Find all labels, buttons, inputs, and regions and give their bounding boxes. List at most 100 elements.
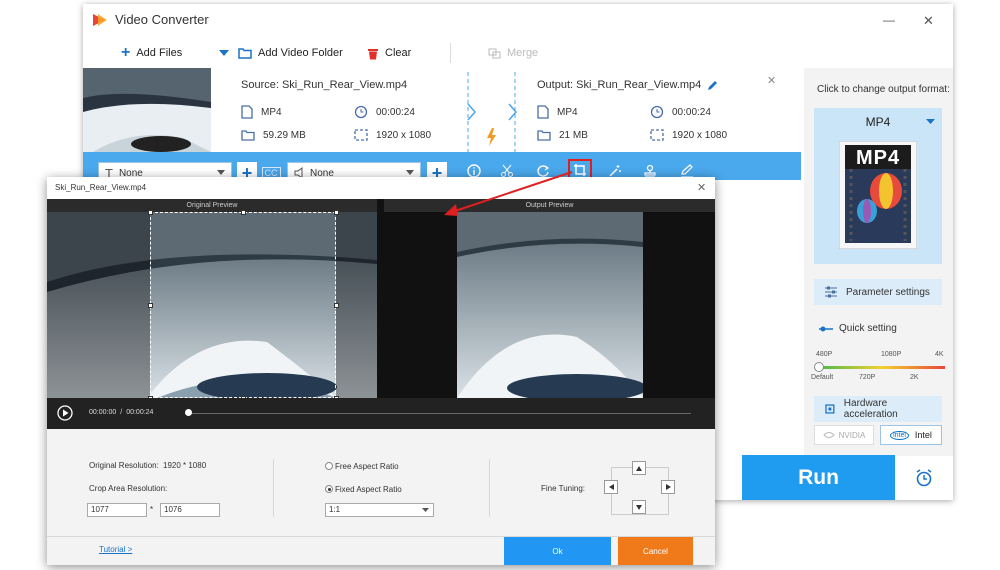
play-icon[interactable]: [57, 405, 73, 421]
mp4-thumb-label: MP4: [855, 147, 901, 169]
output-format: MP4: [537, 105, 578, 119]
clear-button[interactable]: Clear: [367, 40, 411, 66]
crop-size-separator: *: [150, 505, 154, 514]
minimize-button[interactable]: —: [883, 13, 895, 27]
output-duration: 00:00:24: [650, 105, 711, 119]
quality-tick-480p: 480P: [816, 351, 833, 358]
radio-dot: [327, 487, 331, 491]
add-video-folder-label: Add Video Folder: [258, 47, 343, 59]
divider: [273, 459, 274, 517]
fine-tune-left-button[interactable]: [604, 480, 618, 494]
chevron-down-icon: [406, 170, 414, 175]
cancel-button[interactable]: Cancel: [618, 537, 693, 565]
source-duration-value: 00:00:24: [376, 106, 415, 118]
merge-label: Merge: [507, 47, 539, 59]
close-button[interactable]: ✕: [923, 13, 934, 29]
fixed-aspect-radio[interactable]: [325, 485, 333, 493]
chevron-down-icon: [926, 119, 935, 124]
seek-thumb[interactable]: [185, 409, 192, 416]
add-files-button[interactable]: + Add Files: [121, 40, 182, 66]
clear-label: Clear: [385, 47, 412, 59]
quality-slider[interactable]: 480P 1080P 4K Default 720P 2K: [805, 345, 953, 385]
source-format-value: MP4: [261, 106, 282, 118]
add-files-label: Add Files: [136, 47, 183, 59]
folder-icon: [537, 130, 551, 141]
output-preview-frame: [457, 212, 643, 398]
quality-tick-4k: 4K: [935, 351, 944, 358]
video-file-icon: [537, 105, 549, 119]
chip-icon: [825, 404, 835, 414]
crop-height-input[interactable]: 1076: [160, 503, 220, 517]
crop-handle-left[interactable]: [148, 303, 153, 308]
time-separator: /: [120, 409, 123, 416]
nvidia-logo-icon: [822, 432, 835, 438]
source-resolution: 1920 x 1080: [354, 129, 431, 141]
output-format-selector[interactable]: MP4 MP4: [814, 108, 942, 264]
output-resolution-value: 1920 x 1080: [672, 129, 728, 141]
folder-icon: [241, 130, 255, 141]
resolution-icon: [650, 129, 664, 141]
seek-track[interactable]: [189, 413, 691, 414]
ok-button[interactable]: Ok: [504, 537, 611, 565]
add-files-dropdown[interactable]: [219, 40, 229, 66]
folder-icon: [238, 48, 252, 59]
fine-tune-down-button[interactable]: [632, 500, 646, 514]
plus-icon: +: [121, 44, 131, 61]
fixed-aspect-label: Fixed Aspect Ratio: [335, 485, 402, 494]
video-file-icon: [241, 105, 253, 119]
crop-width-input[interactable]: 1077: [87, 503, 147, 517]
tutorial-link[interactable]: Tutorial >: [99, 545, 132, 554]
source-size: 59.29 MB: [241, 129, 306, 141]
output-filename-label: Output: Ski_Run_Rear_View.mp4: [537, 79, 702, 91]
crop-handle-top-right[interactable]: [334, 210, 339, 215]
time-total: 00:00:24: [126, 409, 154, 416]
free-aspect-radio[interactable]: [325, 462, 333, 470]
nvidia-option[interactable]: NVIDIA: [814, 425, 874, 445]
video-thumbnail[interactable]: [83, 68, 211, 152]
crop-handle-top[interactable]: [241, 210, 246, 215]
crop-selection-box[interactable]: [150, 212, 336, 398]
hardware-acceleration-button[interactable]: Hardware acceleration: [814, 396, 942, 422]
run-button[interactable]: Run: [742, 455, 895, 500]
sliders-icon: [825, 286, 837, 298]
crop-handle-top-left[interactable]: [148, 210, 153, 215]
chevron-down-icon: [422, 508, 429, 512]
nvidia-label: NVIDIA: [838, 430, 866, 440]
intel-logo-icon: intel: [890, 430, 909, 440]
arrow-down-icon: [636, 504, 642, 510]
divider: [489, 459, 490, 517]
parameter-settings-button[interactable]: Parameter settings: [814, 279, 942, 305]
source-filename: Source: Ski_Run_Rear_View.mp4: [241, 79, 408, 91]
pencil-icon[interactable]: [707, 80, 718, 91]
intel-label: Intel: [914, 430, 932, 440]
crop-dialog-titlebar: [47, 177, 715, 199]
mp4-format-thumbnail: MP4: [839, 141, 917, 249]
output-format-value: MP4: [557, 106, 578, 118]
arrow-up-icon: [636, 465, 642, 471]
merge-button[interactable]: Merge: [488, 40, 538, 66]
dropdown-arrow-icon: [219, 50, 229, 56]
quality-thumb[interactable]: [814, 362, 824, 372]
fine-tuning-label: Fine Tuning:: [541, 484, 586, 493]
time-display: 00:00:00 / 00:00:24: [89, 409, 153, 416]
app-logo-icon: [91, 11, 109, 29]
footer-divider: [47, 536, 715, 537]
time-current: 00:00:00: [89, 409, 117, 416]
alarm-clock-icon[interactable]: [895, 455, 953, 500]
merge-icon: [488, 48, 501, 58]
crop-dialog-title: Ski_Run_Rear_View.mp4: [55, 183, 147, 192]
aspect-ratio-select[interactable]: 1:1: [325, 503, 434, 517]
original-preview-label: Original Preview: [47, 199, 377, 212]
remove-file-button[interactable]: ✕: [767, 74, 776, 87]
quality-track: [819, 366, 945, 369]
add-video-folder-button[interactable]: Add Video Folder: [238, 40, 343, 66]
fine-tune-up-button[interactable]: [632, 461, 646, 475]
arrow-right-icon: [665, 484, 671, 490]
source-format: MP4: [241, 105, 282, 119]
crop-handle-right[interactable]: [334, 303, 339, 308]
output-size: 21 MB: [537, 129, 588, 141]
intel-option[interactable]: intel Intel: [880, 425, 942, 445]
quick-setting: Quick setting: [819, 323, 897, 334]
fine-tune-right-button[interactable]: [661, 480, 675, 494]
crop-dialog-close-button[interactable]: ✕: [697, 181, 706, 194]
